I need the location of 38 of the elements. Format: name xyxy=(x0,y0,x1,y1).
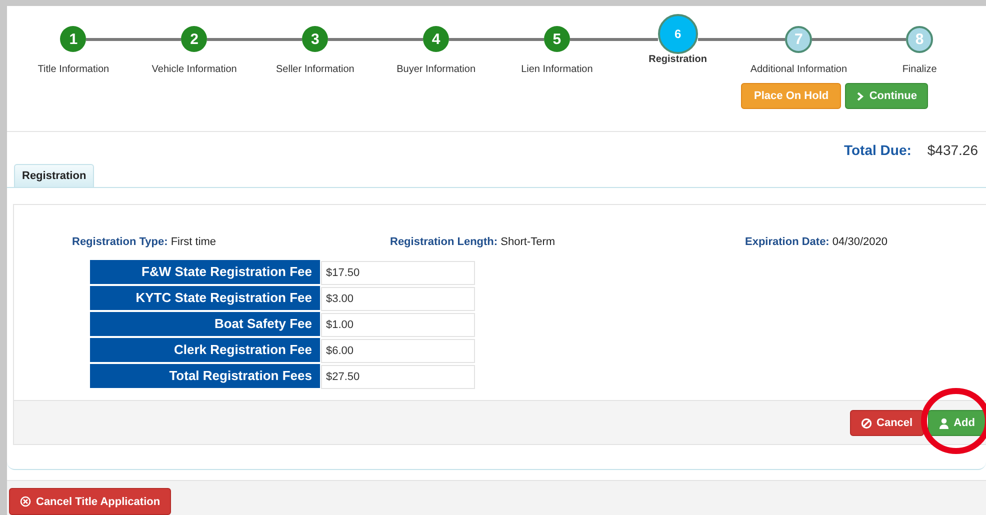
fee-label: Total Registration Fees xyxy=(90,364,320,388)
chevron-right-icon xyxy=(856,92,864,100)
step-circle[interactable]: 1 xyxy=(60,26,86,52)
cancel-button[interactable]: Cancel xyxy=(850,410,924,436)
step-label: Finalize xyxy=(902,64,937,75)
fee-label: Boat Safety Fee xyxy=(90,312,320,336)
continue-button[interactable]: Continue xyxy=(845,83,928,109)
total-due-label: Total Due: xyxy=(844,142,912,158)
step-circle[interactable]: 3 xyxy=(302,26,328,52)
add-button[interactable]: Add xyxy=(928,410,986,436)
step-circle[interactable]: 2 xyxy=(181,26,208,52)
prohibit-icon xyxy=(860,418,872,428)
step-label: Buyer Information xyxy=(396,64,476,75)
summary-field: Registration Length: Short-Term xyxy=(390,236,745,248)
fee-value: $17.50 xyxy=(321,261,475,285)
user-icon xyxy=(938,418,949,428)
fee-label: Clerk Registration Fee xyxy=(90,338,320,362)
cancel-title-application-button[interactable]: Cancel Title Application xyxy=(9,488,172,515)
summary-field: Expiration Date: 04/30/2020 xyxy=(745,236,888,248)
step-label: Additional Information xyxy=(750,64,848,75)
fee-value: $6.00 xyxy=(321,339,475,363)
fee-label: KYTC State Registration Fee xyxy=(90,286,320,310)
step-circle[interactable]: 6 xyxy=(658,14,698,54)
step-label: Vehicle Information xyxy=(152,64,237,75)
fee-value: $3.00 xyxy=(321,287,475,311)
summary-field: Registration Type: First time xyxy=(72,236,390,248)
step-circle[interactable]: 5 xyxy=(544,26,570,52)
step-label: Lien Information xyxy=(521,64,593,75)
step-label: Seller Information xyxy=(276,64,354,75)
step-circle[interactable]: 4 xyxy=(423,26,450,52)
fee-value: $27.50 xyxy=(321,365,475,389)
step-label: Title Information xyxy=(38,64,110,75)
step-label: Registration xyxy=(648,54,707,65)
registration-tab[interactable]: Registration xyxy=(14,164,94,187)
fee-label: F&W State Registration Fee xyxy=(90,260,320,284)
fee-value: $1.00 xyxy=(321,313,475,337)
total-due-value: $437.26 xyxy=(927,142,978,158)
close-icon xyxy=(20,496,31,507)
